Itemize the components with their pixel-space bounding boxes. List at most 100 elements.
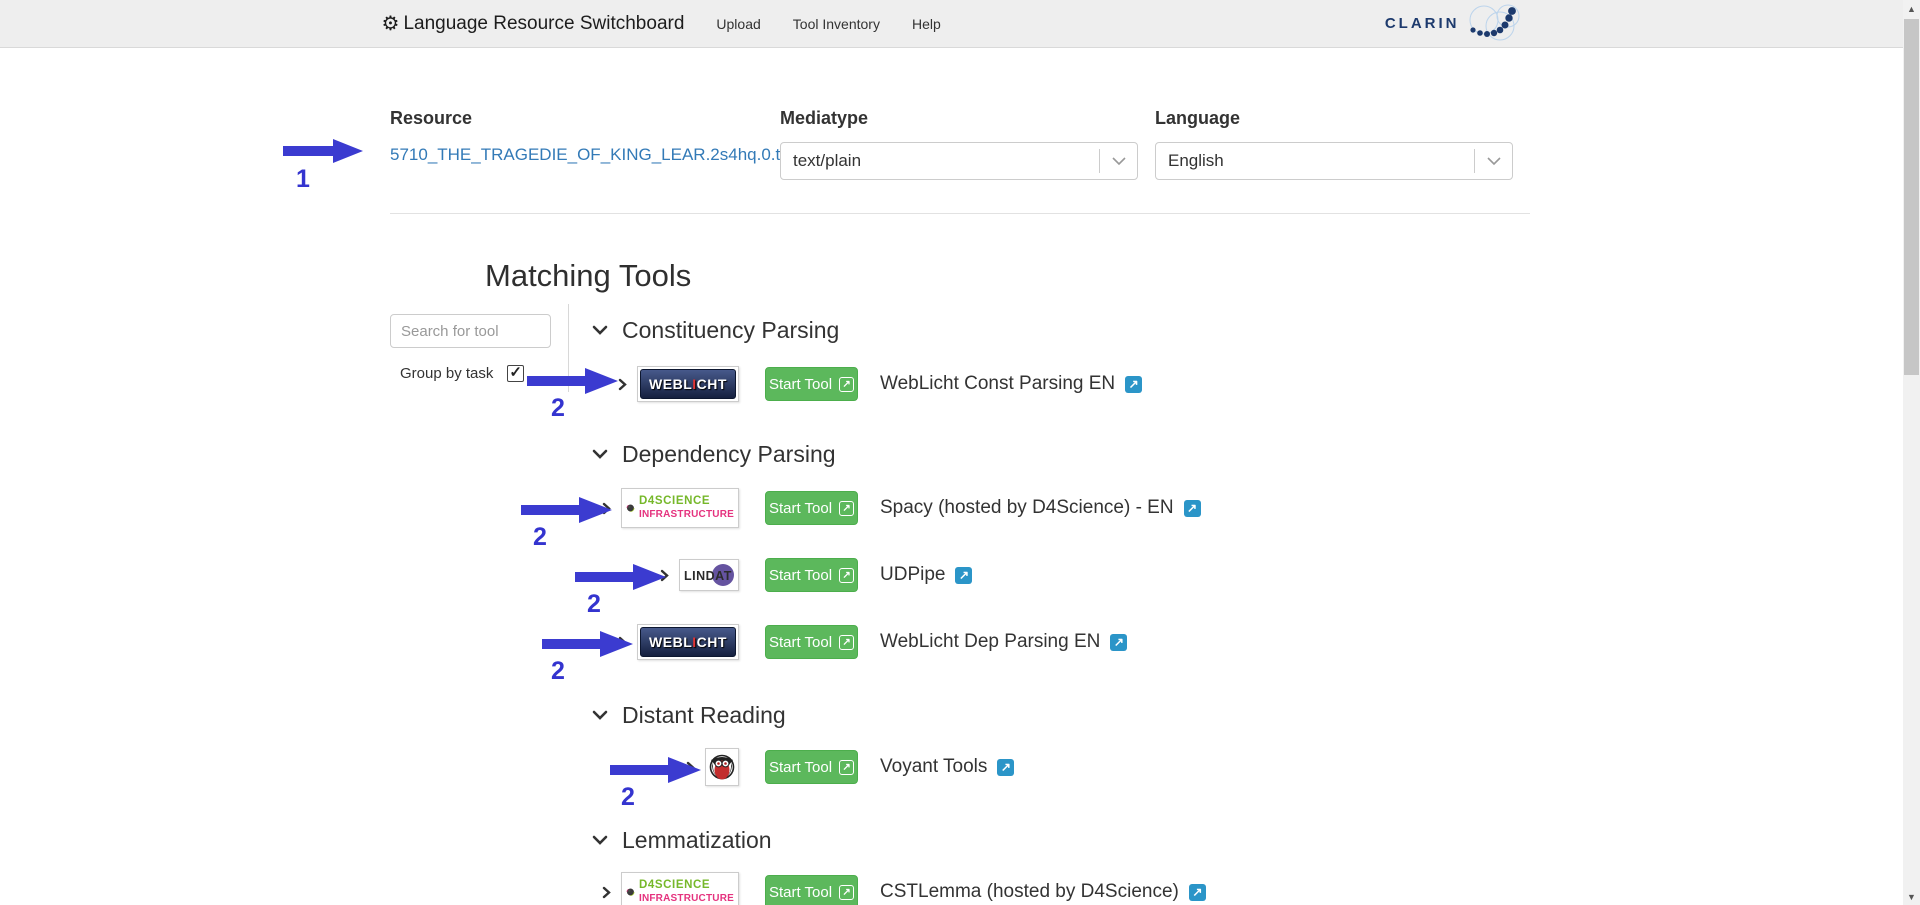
external-link-icon [839,377,854,392]
section-title: Distant Reading [622,702,786,729]
arrow-right-icon [521,497,612,523]
search-input[interactable] [390,314,551,348]
divider [390,213,1530,214]
scrollbar-thumb[interactable] [1904,19,1919,375]
start-tool-button[interactable]: Start Tool [765,875,858,905]
annotation-arrow-1: 1 [283,139,363,168]
start-tool-button[interactable]: Start Tool [765,750,858,784]
start-tool-label: Start Tool [769,376,832,393]
external-link-icon [1125,376,1142,393]
chevron-down-icon [592,449,608,459]
external-link-icon [997,759,1014,776]
annotation-number: 2 [551,657,565,686]
page: Language Resource Switchboard Upload Too… [0,0,1920,905]
tool-name-link[interactable]: WebLicht Dep Parsing EN [880,631,1127,653]
logo-text: CHT [697,376,727,392]
tool-name-link[interactable]: CSTLemma (hosted by D4Science) [880,881,1206,903]
annotation-number: 2 [533,523,547,552]
arrow-right-icon [527,368,618,394]
chevron-down-icon [1474,149,1512,173]
external-link-icon [1189,884,1206,901]
section-distant-reading[interactable]: Distant Reading [592,699,1530,731]
section-title: Lemmatization [622,827,772,854]
external-link-icon [1110,634,1127,651]
start-tool-label: Start Tool [769,634,832,651]
logo-text: INFRASTRUCTURE [639,894,734,904]
scrollbar[interactable]: ▲ ▼ [1903,0,1920,905]
logo-text: CHT [697,634,727,650]
tool-name-link[interactable]: WebLicht Const Parsing EN [880,373,1142,395]
lindat-logo: LINDAT [679,559,739,591]
mediatype-select[interactable]: text/plain [780,142,1138,180]
section-constituency-parsing[interactable]: Constituency Parsing [592,314,1530,346]
annotation-number: 1 [296,165,310,194]
start-tool-button[interactable]: Start Tool [765,367,858,401]
resource-label: Resource [390,108,780,129]
language-label: Language [1155,108,1530,129]
resource-file-link[interactable]: 5710_THE_TRAGEDIE_OF_KING_LEAR.2s4hq.0.t… [390,145,793,165]
weblicht-logo: WEBLICHT [637,624,739,660]
language-value: English [1156,151,1474,171]
tool-name: UDPipe [880,564,945,586]
tool-name: Spacy (hosted by D4Science) - EN [880,497,1174,519]
tool-row: LINDAT Start Tool UDPipe [592,553,1530,597]
chevron-right-icon[interactable] [602,886,611,899]
external-link-icon [839,568,854,583]
annotation-number: 2 [551,394,565,423]
arrow-right-icon [610,757,701,783]
annotation-arrow-2: 2 [575,564,666,595]
external-link-icon [839,501,854,516]
weblicht-logo: WEBLICHT [637,366,739,402]
start-tool-label: Start Tool [769,500,832,517]
tool-name-link[interactable]: Spacy (hosted by D4Science) - EN [880,497,1201,519]
start-tool-button[interactable]: Start Tool [765,558,858,592]
tool-row: Start Tool Voyant Tools [592,745,1530,789]
language-select[interactable]: English [1155,142,1513,180]
d4science-sphere-icon [626,493,635,523]
matching-tools-title: Matching Tools [485,258,1530,294]
arrow-right-icon [283,139,363,163]
section-lemmatization[interactable]: Lemmatization [592,824,1530,856]
d4science-logo: D4SCIENCE INFRASTRUCTURE [621,488,739,528]
group-by-task-label: Group by task [400,365,493,382]
chevron-down-icon [592,325,608,335]
start-tool-label: Start Tool [769,567,832,584]
annotation-number: 2 [621,783,635,812]
logo-text: LINDAT [684,569,732,583]
owl-icon [709,752,735,782]
annotation-arrow-2: 2 [610,757,701,788]
section-title: Constituency Parsing [622,317,839,344]
external-link-icon [955,567,972,584]
scroll-down-icon[interactable]: ▼ [1903,888,1920,905]
logo-text: WEBL [649,634,692,650]
tool-name-link[interactable]: UDPipe [880,564,972,586]
start-tool-button[interactable]: Start Tool [765,491,858,525]
tool-name-link[interactable]: Voyant Tools [880,756,1014,778]
annotation-arrow-2: 2 [521,497,612,528]
d4science-sphere-icon [626,877,635,905]
voyant-logo [705,748,739,786]
external-link-icon [1184,500,1201,517]
group-by-task-checkbox[interactable] [507,365,524,382]
logo-text: D4SCIENCE [639,880,734,892]
external-link-icon [839,760,854,775]
tool-row: D4SCIENCE INFRASTRUCTURE Start Tool Spac… [592,486,1530,530]
tool-row: D4SCIENCE INFRASTRUCTURE Start Tool CSTL… [592,870,1530,905]
external-link-icon [839,885,854,900]
external-link-icon [839,635,854,650]
mediatype-label: Mediatype [780,108,1155,129]
section-title: Dependency Parsing [622,441,836,468]
logo-text: D4SCIENCE [639,496,734,508]
tool-name: WebLicht Const Parsing EN [880,373,1115,395]
annotation-arrow-2: 2 [542,631,633,662]
scroll-up-icon[interactable]: ▲ [1903,0,1920,17]
tool-name: Voyant Tools [880,756,987,778]
chevron-down-icon [592,710,608,720]
logo-text: INFRASTRUCTURE [639,510,734,520]
start-tool-label: Start Tool [769,884,832,901]
section-dependency-parsing[interactable]: Dependency Parsing [592,438,1530,470]
start-tool-button[interactable]: Start Tool [765,625,858,659]
tool-name: CSTLemma (hosted by D4Science) [880,881,1179,903]
chevron-right-icon[interactable] [618,378,627,391]
start-tool-label: Start Tool [769,759,832,776]
